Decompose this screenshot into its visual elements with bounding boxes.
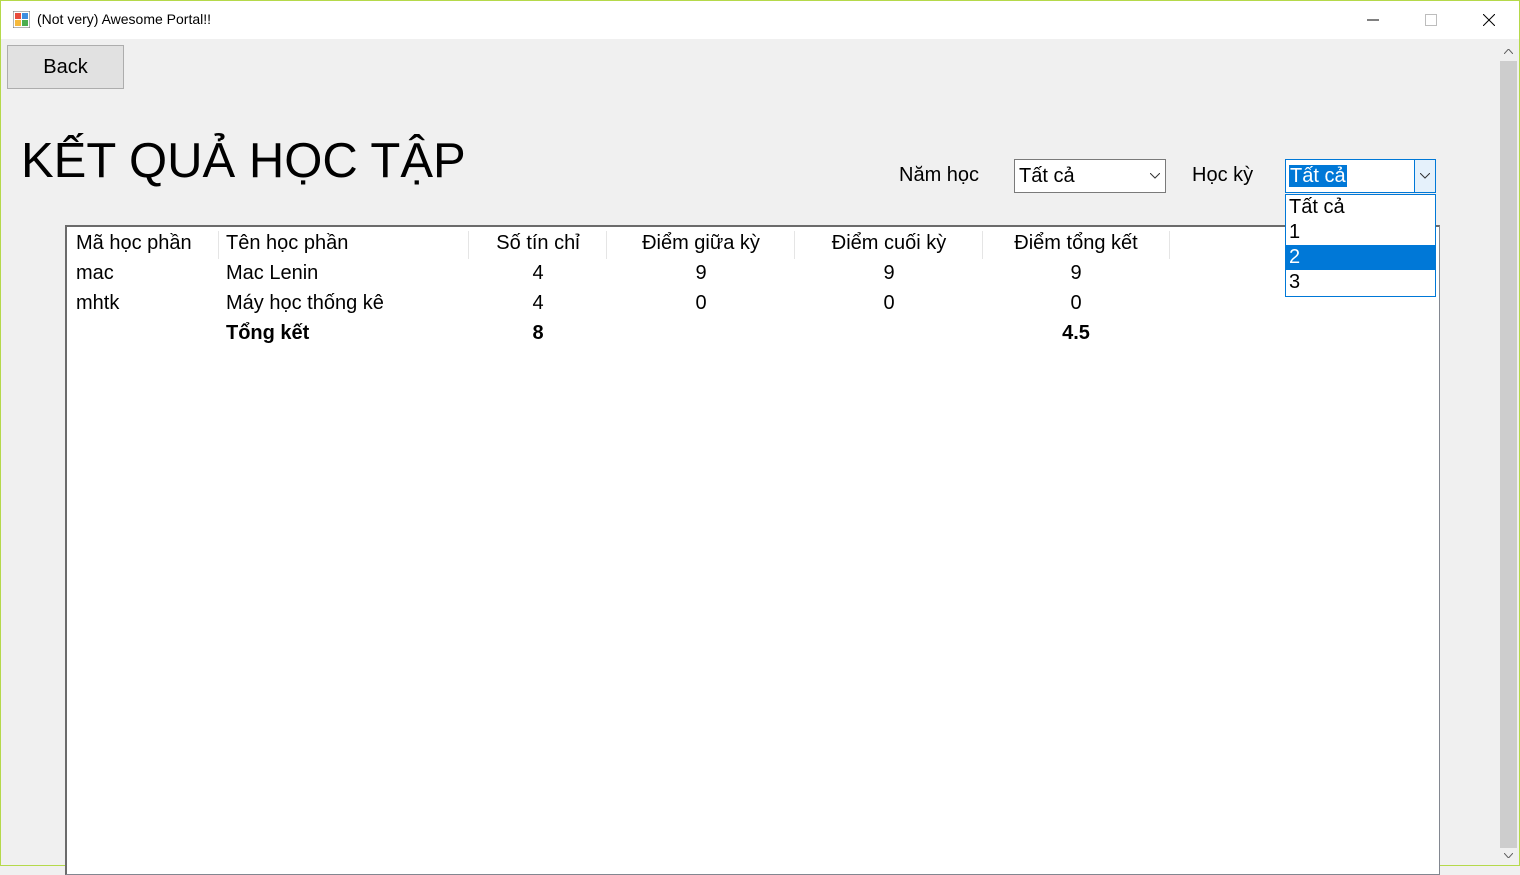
scroll-down-button[interactable] bbox=[1498, 845, 1519, 865]
window-title: (Not very) Awesome Portal!! bbox=[37, 11, 212, 27]
header-separator bbox=[982, 231, 983, 259]
year-label: Năm học bbox=[899, 164, 980, 186]
semester-combobox-arrow[interactable] bbox=[1414, 160, 1435, 192]
minimize-button[interactable] bbox=[1344, 1, 1402, 39]
cell-course-name: Mac Lenin bbox=[226, 262, 319, 284]
header-final[interactable]: Điểm cuối kỳ bbox=[795, 232, 983, 255]
cell-midterm: 0 bbox=[695, 292, 707, 314]
vertical-scrollbar[interactable] bbox=[1498, 41, 1519, 865]
title-bar[interactable]: (Not very) Awesome Portal!! bbox=[1, 1, 1519, 39]
results-grid[interactable]: Mã học phần Tên học phần Số tín chỉ Điểm… bbox=[65, 225, 1440, 875]
table-row[interactable]: mhtk Máy học thống kê 4 0 0 0 bbox=[67, 292, 1439, 322]
cell-final: 9 bbox=[883, 262, 895, 284]
page-title: KẾT QUẢ HỌC TẬP bbox=[21, 134, 466, 188]
header-separator bbox=[1169, 231, 1170, 259]
minimize-icon bbox=[1367, 19, 1379, 21]
semester-option[interactable]: 1 bbox=[1286, 220, 1435, 245]
close-icon bbox=[1483, 14, 1495, 26]
cell-final: 0 bbox=[883, 292, 895, 314]
cell-total: 9 bbox=[1070, 262, 1082, 284]
app-window: (Not very) Awesome Portal!! Back KẾT QUẢ… bbox=[0, 0, 1520, 875]
header-separator bbox=[606, 231, 607, 259]
semester-option[interactable]: Tất cả bbox=[1286, 195, 1435, 220]
scrollbar-thumb[interactable] bbox=[1500, 61, 1517, 848]
close-button[interactable] bbox=[1460, 1, 1518, 39]
header-total[interactable]: Điểm tổng kết bbox=[983, 232, 1169, 255]
maximize-button[interactable] bbox=[1402, 1, 1460, 39]
grid-header: Mã học phần Tên học phần Số tín chỉ Điểm… bbox=[67, 227, 1439, 261]
scroll-up-button[interactable] bbox=[1498, 41, 1519, 61]
semester-combobox-value[interactable]: Tất cả bbox=[1289, 165, 1347, 187]
summary-total: 4.5 bbox=[1062, 322, 1090, 344]
back-button[interactable]: Back bbox=[7, 45, 124, 89]
year-combobox-arrow[interactable] bbox=[1145, 160, 1165, 192]
year-combobox-value: Tất cả bbox=[1019, 165, 1075, 187]
semester-label: Học kỳ bbox=[1192, 164, 1254, 186]
maximize-icon bbox=[1425, 14, 1437, 26]
summary-credits: 8 bbox=[532, 322, 544, 344]
summary-label: Tổng kết bbox=[226, 322, 310, 344]
summary-row[interactable]: Tổng kết 8 4.5 bbox=[67, 322, 1439, 352]
header-course-code[interactable]: Mã học phần bbox=[76, 232, 192, 255]
chevron-up-icon bbox=[1504, 48, 1513, 54]
header-course-name[interactable]: Tên học phần bbox=[226, 232, 348, 255]
chevron-down-icon bbox=[1504, 852, 1513, 858]
cell-credits: 4 bbox=[532, 292, 544, 314]
app-icon bbox=[13, 11, 30, 28]
semester-combobox[interactable]: Tất cả bbox=[1285, 159, 1436, 193]
semester-option-highlighted[interactable]: 2 bbox=[1286, 245, 1435, 270]
semester-dropdown-list: Tất cả 1 2 3 bbox=[1285, 194, 1436, 297]
cell-course-code: mac bbox=[76, 262, 114, 284]
year-combobox[interactable]: Tất cả bbox=[1014, 159, 1166, 193]
cell-credits: 4 bbox=[532, 262, 544, 284]
table-row[interactable]: mac Mac Lenin 4 9 9 9 bbox=[67, 262, 1439, 292]
header-separator bbox=[468, 231, 469, 259]
cell-course-name: Máy học thống kê bbox=[226, 292, 384, 314]
header-separator bbox=[794, 231, 795, 259]
header-midterm[interactable]: Điểm giữa kỳ bbox=[607, 232, 795, 255]
header-separator bbox=[218, 231, 219, 259]
header-credits[interactable]: Số tín chỉ bbox=[469, 232, 607, 255]
cell-total: 0 bbox=[1070, 292, 1082, 314]
cell-course-code: mhtk bbox=[76, 292, 120, 314]
cell-midterm: 9 bbox=[695, 262, 707, 284]
chevron-down-icon bbox=[1150, 173, 1160, 179]
semester-option[interactable]: 3 bbox=[1286, 270, 1435, 295]
chevron-down-icon bbox=[1420, 173, 1430, 179]
